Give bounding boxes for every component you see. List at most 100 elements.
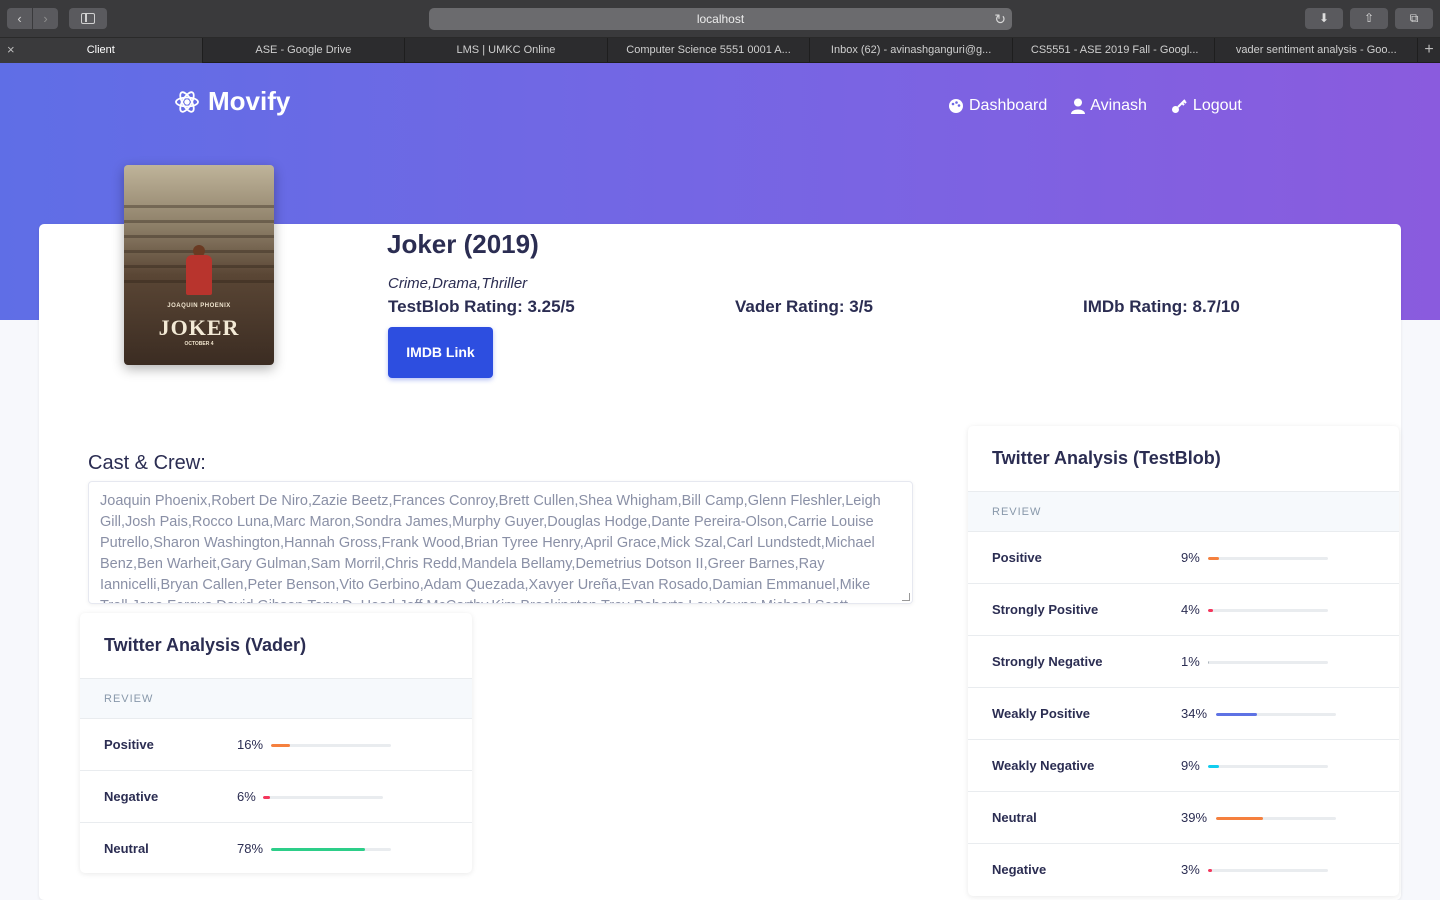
row-percent: 34% bbox=[1181, 706, 1208, 721]
vader-panel-title: Twitter Analysis (Vader) bbox=[80, 613, 472, 679]
forward-icon[interactable]: › bbox=[33, 8, 58, 29]
url-text: localhost bbox=[696, 12, 745, 26]
tab-client[interactable]: × Client bbox=[0, 38, 203, 63]
tab-google-drive[interactable]: ASE - Google Drive bbox=[203, 38, 406, 63]
row-label: Weakly Negative bbox=[992, 758, 1095, 773]
back-icon[interactable]: ‹ bbox=[7, 8, 32, 29]
row-label: Strongly Positive bbox=[992, 602, 1099, 617]
progress-fill bbox=[263, 796, 271, 799]
table-row: Strongly Negative 1% bbox=[968, 636, 1399, 688]
imdb-link-button[interactable]: IMDB Link bbox=[388, 327, 493, 378]
table-row: Strongly Positive 4% bbox=[968, 584, 1399, 636]
cast-heading: Cast & Crew: bbox=[88, 452, 206, 474]
palette-icon bbox=[949, 99, 963, 113]
tab-label: ASE - Google Drive bbox=[255, 44, 352, 56]
atom-icon bbox=[175, 90, 199, 113]
resize-handle[interactable] bbox=[902, 593, 910, 601]
row-percent: 6% bbox=[237, 789, 256, 804]
table-row: Weakly Negative 9% bbox=[968, 740, 1399, 792]
sidebar-toggle-icon[interactable] bbox=[69, 8, 107, 29]
address-bar[interactable]: localhost ↻ bbox=[429, 8, 1012, 30]
tab-label: vader sentiment analysis - Goo... bbox=[1235, 44, 1397, 56]
imdb-rating: IMDb Rating: 8.7/10 bbox=[1083, 297, 1240, 316]
progress-fill bbox=[1208, 557, 1219, 560]
nav-dashboard[interactable]: Dashboard bbox=[948, 97, 1047, 115]
top-navigation: Dashboard Avinash Logout bbox=[948, 97, 1242, 115]
nav-logout[interactable]: Logout bbox=[1171, 97, 1242, 115]
row-percent: 4% bbox=[1181, 602, 1200, 617]
progress-bar bbox=[263, 796, 383, 799]
row-percent: 16% bbox=[237, 737, 264, 752]
table-row: Negative 6% bbox=[80, 771, 472, 823]
table-row: Weakly Positive 34% bbox=[968, 688, 1399, 740]
poster-date: OCTOBER 4 bbox=[184, 341, 214, 347]
nav-user-label: Avinash bbox=[1090, 97, 1147, 114]
row-label: Negative bbox=[992, 862, 1047, 877]
row-percent: 78% bbox=[237, 841, 264, 856]
poster-actor: JOAQUIN PHOENIX bbox=[167, 303, 231, 309]
table-row: Negative 3% bbox=[968, 844, 1399, 896]
tabs-overview-icon[interactable]: ⧉ bbox=[1395, 8, 1433, 29]
row-label: Negative bbox=[104, 789, 159, 804]
row-label: Weakly Positive bbox=[992, 706, 1091, 721]
progress-bar bbox=[271, 744, 391, 747]
brand-name: Movify bbox=[208, 86, 291, 116]
download-icon[interactable]: ⬇ bbox=[1305, 8, 1343, 29]
progress-bar bbox=[1208, 765, 1328, 768]
testblob-analysis-panel: Twitter Analysis (TestBlob) REVIEW Posit… bbox=[968, 426, 1399, 896]
tab-label: LMS | UMKC Online bbox=[456, 44, 556, 56]
tab-label: Inbox (62) - avinashganguri@g... bbox=[830, 44, 992, 56]
tab-vader-search[interactable]: vader sentiment analysis - Goo... bbox=[1215, 38, 1419, 63]
progress-fill bbox=[271, 848, 365, 851]
nav-logout-label: Logout bbox=[1192, 97, 1242, 114]
progress-fill bbox=[1208, 661, 1210, 664]
nav-user[interactable]: Avinash bbox=[1071, 97, 1147, 115]
row-label: Strongly Negative bbox=[992, 654, 1103, 669]
tab-ase-fall[interactable]: CS5551 - ASE 2019 Fall - Googl... bbox=[1013, 38, 1216, 63]
row-label: Positive bbox=[992, 550, 1042, 565]
table-row: Positive 9% bbox=[968, 532, 1399, 584]
vader-rating: Vader Rating: 3/5 bbox=[735, 297, 873, 316]
progress-bar bbox=[1216, 817, 1336, 820]
browser-toolbar: ‹ › localhost ↻ ⬇ ⇧ ⧉ bbox=[0, 0, 1440, 38]
tab-label: CS5551 - ASE 2019 Fall - Googl... bbox=[1030, 44, 1199, 56]
row-percent: 1% bbox=[1181, 654, 1200, 669]
cast-text: Joaquin Phoenix,Robert De Niro,Zazie Bee… bbox=[100, 493, 881, 603]
poster-title: JOKER bbox=[158, 315, 240, 340]
table-row: Positive 16% bbox=[80, 719, 472, 771]
row-percent: 39% bbox=[1181, 810, 1208, 825]
reload-icon[interactable]: ↻ bbox=[994, 8, 1006, 30]
tab-bar: × Client ASE - Google Drive LMS | UMKC On… bbox=[0, 38, 1440, 63]
user-icon bbox=[1071, 98, 1086, 114]
key-icon bbox=[1171, 99, 1187, 113]
row-percent: 9% bbox=[1181, 550, 1200, 565]
progress-fill bbox=[1216, 713, 1257, 716]
close-icon[interactable]: × bbox=[7, 38, 15, 62]
testblob-panel-title: Twitter Analysis (TestBlob) bbox=[968, 426, 1399, 492]
progress-fill bbox=[1208, 869, 1212, 872]
vader-panel-subheader: REVIEW bbox=[80, 679, 472, 719]
cast-textarea[interactable]: Joaquin Phoenix,Robert De Niro,Zazie Bee… bbox=[88, 481, 913, 604]
movie-genres: Crime,Drama,Thriller bbox=[388, 275, 528, 292]
share-icon[interactable]: ⇧ bbox=[1350, 8, 1388, 29]
tab-inbox[interactable]: Inbox (62) - avinashganguri@g... bbox=[810, 38, 1013, 63]
tab-cs5551[interactable]: Computer Science 5551 0001 A... bbox=[608, 38, 811, 63]
row-label: Positive bbox=[104, 737, 154, 752]
new-tab-icon[interactable]: + bbox=[1418, 38, 1440, 62]
row-label: Neutral bbox=[992, 810, 1037, 825]
progress-bar bbox=[271, 848, 391, 851]
progress-bar bbox=[1208, 869, 1328, 872]
table-row: Neutral 39% bbox=[968, 792, 1399, 844]
progress-fill bbox=[1208, 765, 1219, 768]
progress-bar bbox=[1216, 713, 1336, 716]
brand-logo[interactable]: Movify bbox=[174, 86, 290, 117]
row-percent: 9% bbox=[1181, 758, 1200, 773]
progress-fill bbox=[1216, 817, 1263, 820]
tab-lms[interactable]: LMS | UMKC Online bbox=[405, 38, 608, 63]
testblob-rating: TestBlob Rating: 3.25/5 bbox=[388, 297, 575, 316]
progress-fill bbox=[271, 744, 291, 747]
testblob-panel-subheader: REVIEW bbox=[968, 492, 1399, 532]
table-row: Neutral 78% bbox=[80, 823, 472, 873]
progress-bar bbox=[1208, 661, 1328, 664]
row-label: Neutral bbox=[104, 841, 149, 856]
